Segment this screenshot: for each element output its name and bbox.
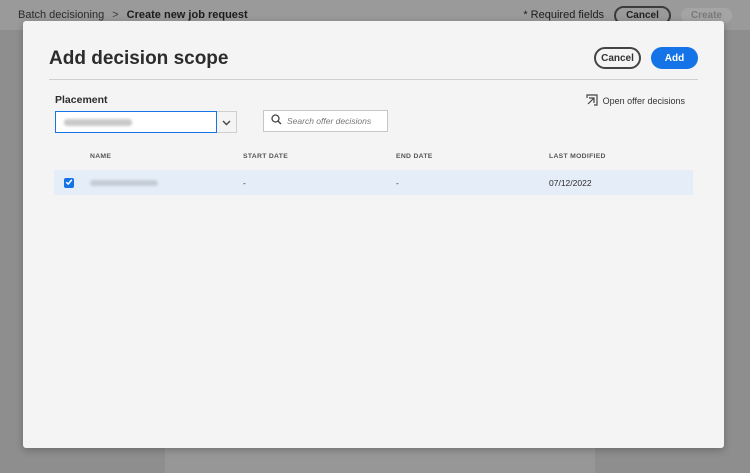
placement-combobox-input[interactable] bbox=[55, 111, 217, 133]
dialog-actions: Cancel Add bbox=[594, 47, 698, 69]
search-offer-decisions[interactable] bbox=[263, 110, 388, 132]
add-decision-scope-dialog: Add decision scope Cancel Add Placement … bbox=[23, 21, 724, 448]
header-last-modified[interactable]: LAST MODIFIED bbox=[549, 153, 693, 160]
search-icon bbox=[271, 112, 282, 130]
breadcrumb-separator: > bbox=[112, 9, 119, 21]
dialog-title: Add decision scope bbox=[49, 48, 229, 69]
search-input[interactable] bbox=[287, 116, 382, 126]
header-name[interactable]: NAME bbox=[90, 153, 243, 160]
open-in-icon bbox=[586, 94, 598, 108]
open-offer-decisions-link[interactable]: Open offer decisions bbox=[586, 94, 685, 108]
offer-decisions-table: NAME START DATE END DATE LAST MODIFIED -… bbox=[54, 148, 693, 195]
placement-value-redacted bbox=[64, 118, 132, 126]
open-offer-decisions-label: Open offer decisions bbox=[602, 96, 685, 106]
row-select-cell bbox=[54, 177, 90, 188]
breadcrumb-parent[interactable]: Batch decisioning bbox=[18, 9, 104, 21]
add-button[interactable]: Add bbox=[651, 47, 698, 69]
row-end-date: - bbox=[396, 177, 399, 188]
header-end-date[interactable]: END DATE bbox=[396, 153, 549, 160]
row-name-cell bbox=[90, 179, 243, 186]
required-fields-note: * Required fields bbox=[523, 9, 605, 21]
title-divider bbox=[49, 79, 698, 80]
checkmark-icon bbox=[65, 178, 73, 188]
row-start-date: - bbox=[243, 177, 246, 188]
placement-label: Placement bbox=[55, 94, 108, 106]
header-start-date[interactable]: START DATE bbox=[243, 153, 396, 160]
breadcrumb-current: Create new job request bbox=[126, 9, 248, 21]
cancel-button[interactable]: Cancel bbox=[594, 47, 641, 69]
row-name-redacted bbox=[90, 179, 158, 186]
row-last-modified: 07/12/2022 bbox=[549, 177, 592, 188]
table-row[interactable]: - - 07/12/2022 bbox=[54, 170, 693, 195]
placement-dropdown-button[interactable] bbox=[217, 111, 237, 133]
chevron-down-icon bbox=[222, 113, 231, 131]
table-header: NAME START DATE END DATE LAST MODIFIED bbox=[54, 148, 693, 165]
row-checkbox[interactable] bbox=[64, 177, 74, 188]
